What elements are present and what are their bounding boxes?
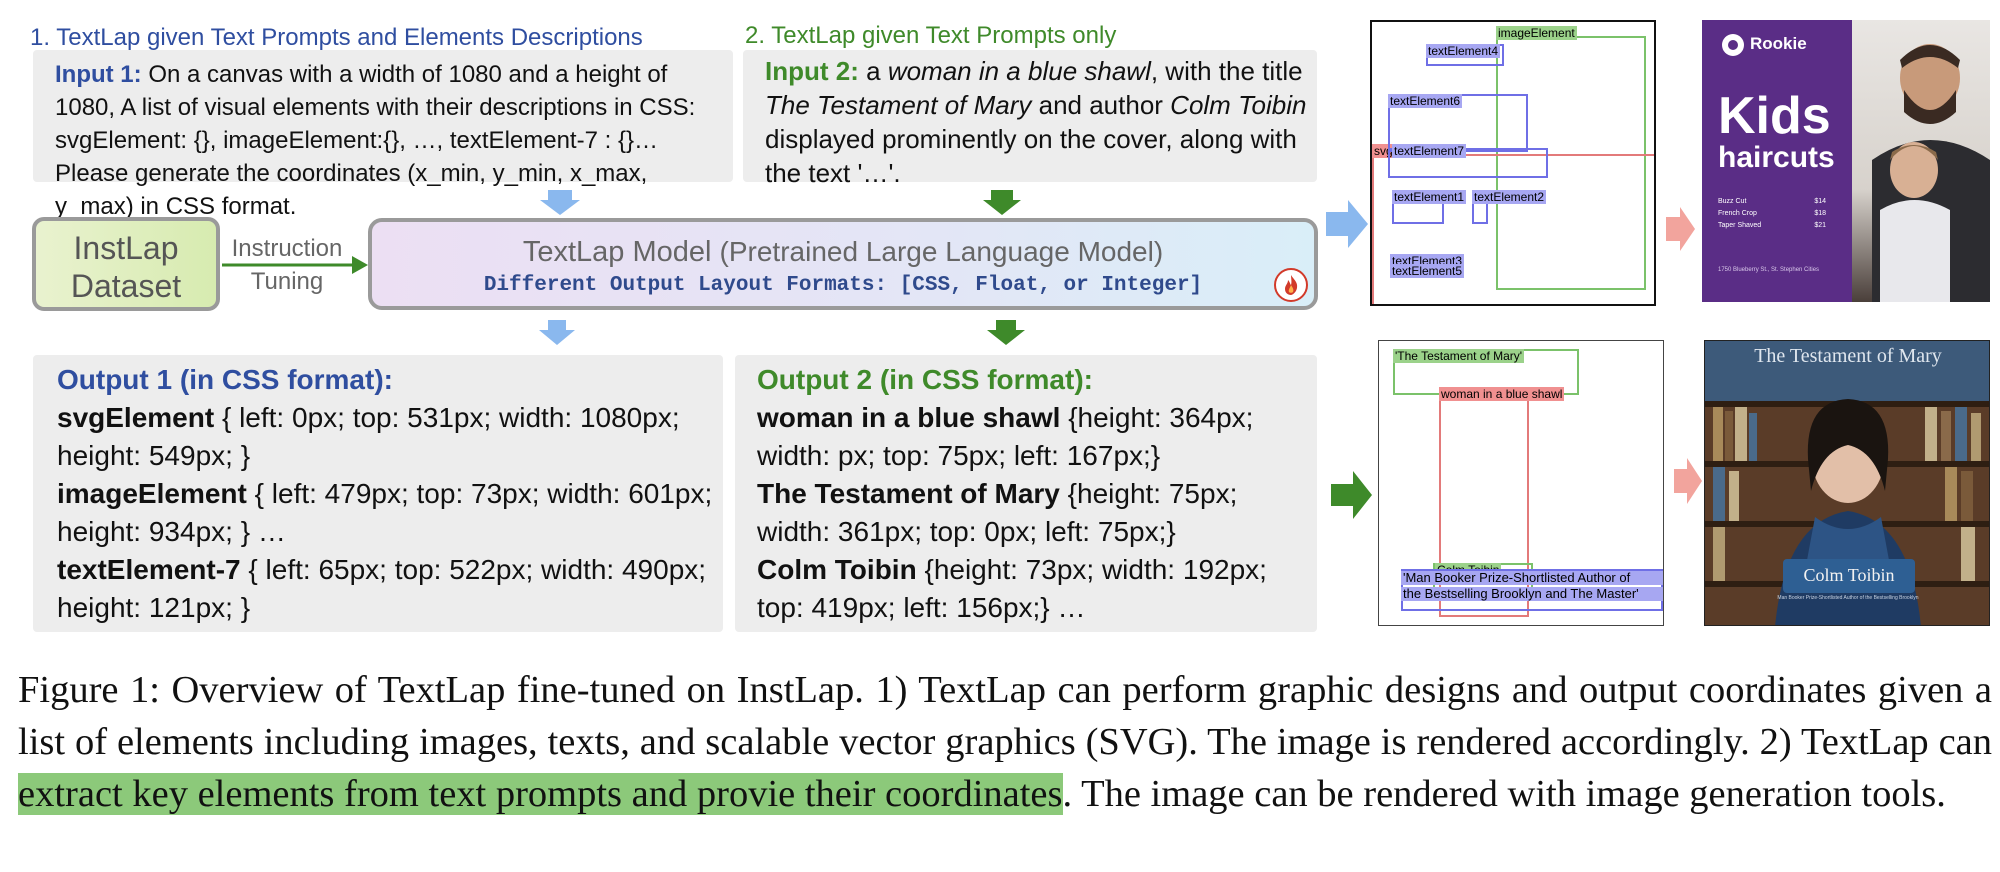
poster-1-brand: Rookie — [1750, 34, 1807, 53]
text-element-1-label: textElement1 — [1392, 190, 1467, 204]
poster-1-photo-area — [1852, 20, 1990, 302]
model-formats: Different Output Layout Formats: [CSS, F… — [483, 274, 1203, 297]
caption-part-1: Figure 1: Overview of TextLap fine-tuned… — [18, 669, 1992, 763]
model-title: TextLap Model (Pretrained Large Language… — [372, 236, 1314, 269]
output-1-row: height: 121px; } — [57, 592, 251, 623]
poster-1-people-photo — [1872, 44, 1990, 302]
text-element-7-label: textElement7 — [1392, 144, 1467, 158]
poster-2-title: The Testament of Mary — [1754, 345, 1942, 367]
title-label: 'The Testament of Mary' — [1393, 349, 1525, 363]
arrow-down-blue-2 — [539, 320, 575, 345]
layout-2-boxes: 'The Testament of Mary' woman in a blue … — [1378, 340, 1664, 626]
figure-caption: Figure 1: Overview of TextLap fine-tuned… — [18, 664, 1992, 820]
output-2-title: Output 2 (in CSS format): — [757, 364, 1093, 395]
model-paren: (Pretrained Large Language Model) — [719, 236, 1164, 267]
output-1-row: svgElement { left: 0px; top: 531px; widt… — [57, 402, 680, 433]
text-element-4-label: textElement4 — [1426, 44, 1501, 58]
output-1-row: height: 549px; } — [57, 440, 251, 471]
price-row: Buzz Cut $14 — [1718, 198, 1826, 205]
price-row: French Crop $18 — [1718, 210, 1826, 217]
output-1-row: imageElement { left: 479px; top: 73px; w… — [57, 478, 713, 509]
text-element-5-label: textElement5 — [1390, 264, 1465, 278]
poster-1-title-2: haircuts — [1718, 141, 1835, 174]
output-2-panel: Output 2 (in CSS format): woman in a blu… — [735, 355, 1317, 632]
output-2-row: Colm Toibin {height: 73px; width: 192px; — [757, 554, 1267, 585]
text-element-2-label: textElement2 — [1472, 190, 1547, 204]
poster-1-title-1: Kids — [1718, 87, 1831, 145]
arrow-down-green-2 — [987, 320, 1025, 345]
output-2-row: width: 361px; top: 0px; left: 75px;} — [757, 516, 1176, 547]
instruction-line-1: Instruction — [231, 235, 343, 262]
poster-2-image: The Testament of Mary Colm Toibin Man Bo… — [1704, 340, 1990, 626]
output-2-row: top: 419px; left: 156px;} … — [757, 592, 1086, 623]
poster-1-image: Rookie Kids haircuts Buzz Cut $14 French … — [1702, 20, 1990, 302]
dataset-line-1: InstLap — [73, 230, 179, 266]
output-1-row: textElement-7 { left: 65px; top: 522px; … — [57, 554, 707, 585]
dataset-line-2: Dataset — [70, 268, 182, 304]
output-1-body: Output 1 (in CSS format): svgElement { l… — [57, 361, 717, 627]
instruction-line-2: Tuning — [250, 268, 324, 295]
instruction-tuning-label: Instruction Tuning — [222, 232, 352, 298]
output-2-row: woman in a blue shawl {height: 364px; — [757, 402, 1254, 433]
fire-icon — [1274, 268, 1308, 302]
arrow-right-green — [1331, 471, 1372, 519]
textlap-model-box: TextLap Model (Pretrained Large Language… — [368, 218, 1318, 310]
layout-1-boxes: imageElement svgElement textElement4 tex… — [1370, 20, 1656, 306]
output-1-row: height: 934px; } … — [57, 516, 286, 547]
instlap-dataset-box: InstLap Dataset — [32, 217, 220, 311]
arrow-down-green-1 — [983, 190, 1021, 215]
output-1-panel: Output 1 (in CSS format): svgElement { l… — [33, 355, 723, 632]
caption-highlight: extract key elements from text prompts a… — [18, 773, 1063, 815]
arrow-right-pink-2 — [1674, 458, 1702, 504]
woman-label: woman in a blue shawl — [1439, 387, 1565, 401]
poster-2-small-text: Man Booker Prize-Shortlisted Author of t… — [1777, 595, 1919, 601]
arrow-right-pink-1 — [1666, 207, 1695, 251]
output-2-row: width: px; top: 75px; left: 167px;} — [757, 440, 1161, 471]
output-2-body: Output 2 (in CSS format): woman in a blu… — [757, 361, 1313, 627]
price-row: Taper Shaved $21 — [1718, 222, 1826, 229]
caption-part-2: . The image can be rendered with image g… — [1062, 773, 1946, 815]
arrow-down-blue-1 — [540, 190, 580, 215]
blurb-label-2: the Bestselling Brooklyn and The Master' — [1401, 587, 1663, 601]
poster-1-footer: 1750 Blueberry St., St. Stephen Cities — [1718, 267, 1820, 273]
image-element-label: imageElement — [1496, 26, 1577, 40]
poster-1-price-list: Buzz Cut $14 French Crop $18 Taper Shaved $… — [1718, 196, 1826, 232]
output-1-title: Output 1 (in CSS format): — [57, 364, 393, 395]
model-name: TextLap Model — [522, 236, 712, 268]
arrow-right-blue — [1326, 200, 1368, 248]
text-element-6-label: textElement6 — [1388, 94, 1463, 108]
rookie-logo-icon — [1722, 34, 1744, 56]
blurb-label-1: 'Man Booker Prize-Shortlisted Author of — [1401, 571, 1663, 585]
arrow-instruction-head — [352, 256, 368, 274]
output-2-row: The Testament of Mary {height: 75px; — [757, 478, 1238, 509]
poster-2-author: Colm Toibin — [1803, 565, 1895, 585]
